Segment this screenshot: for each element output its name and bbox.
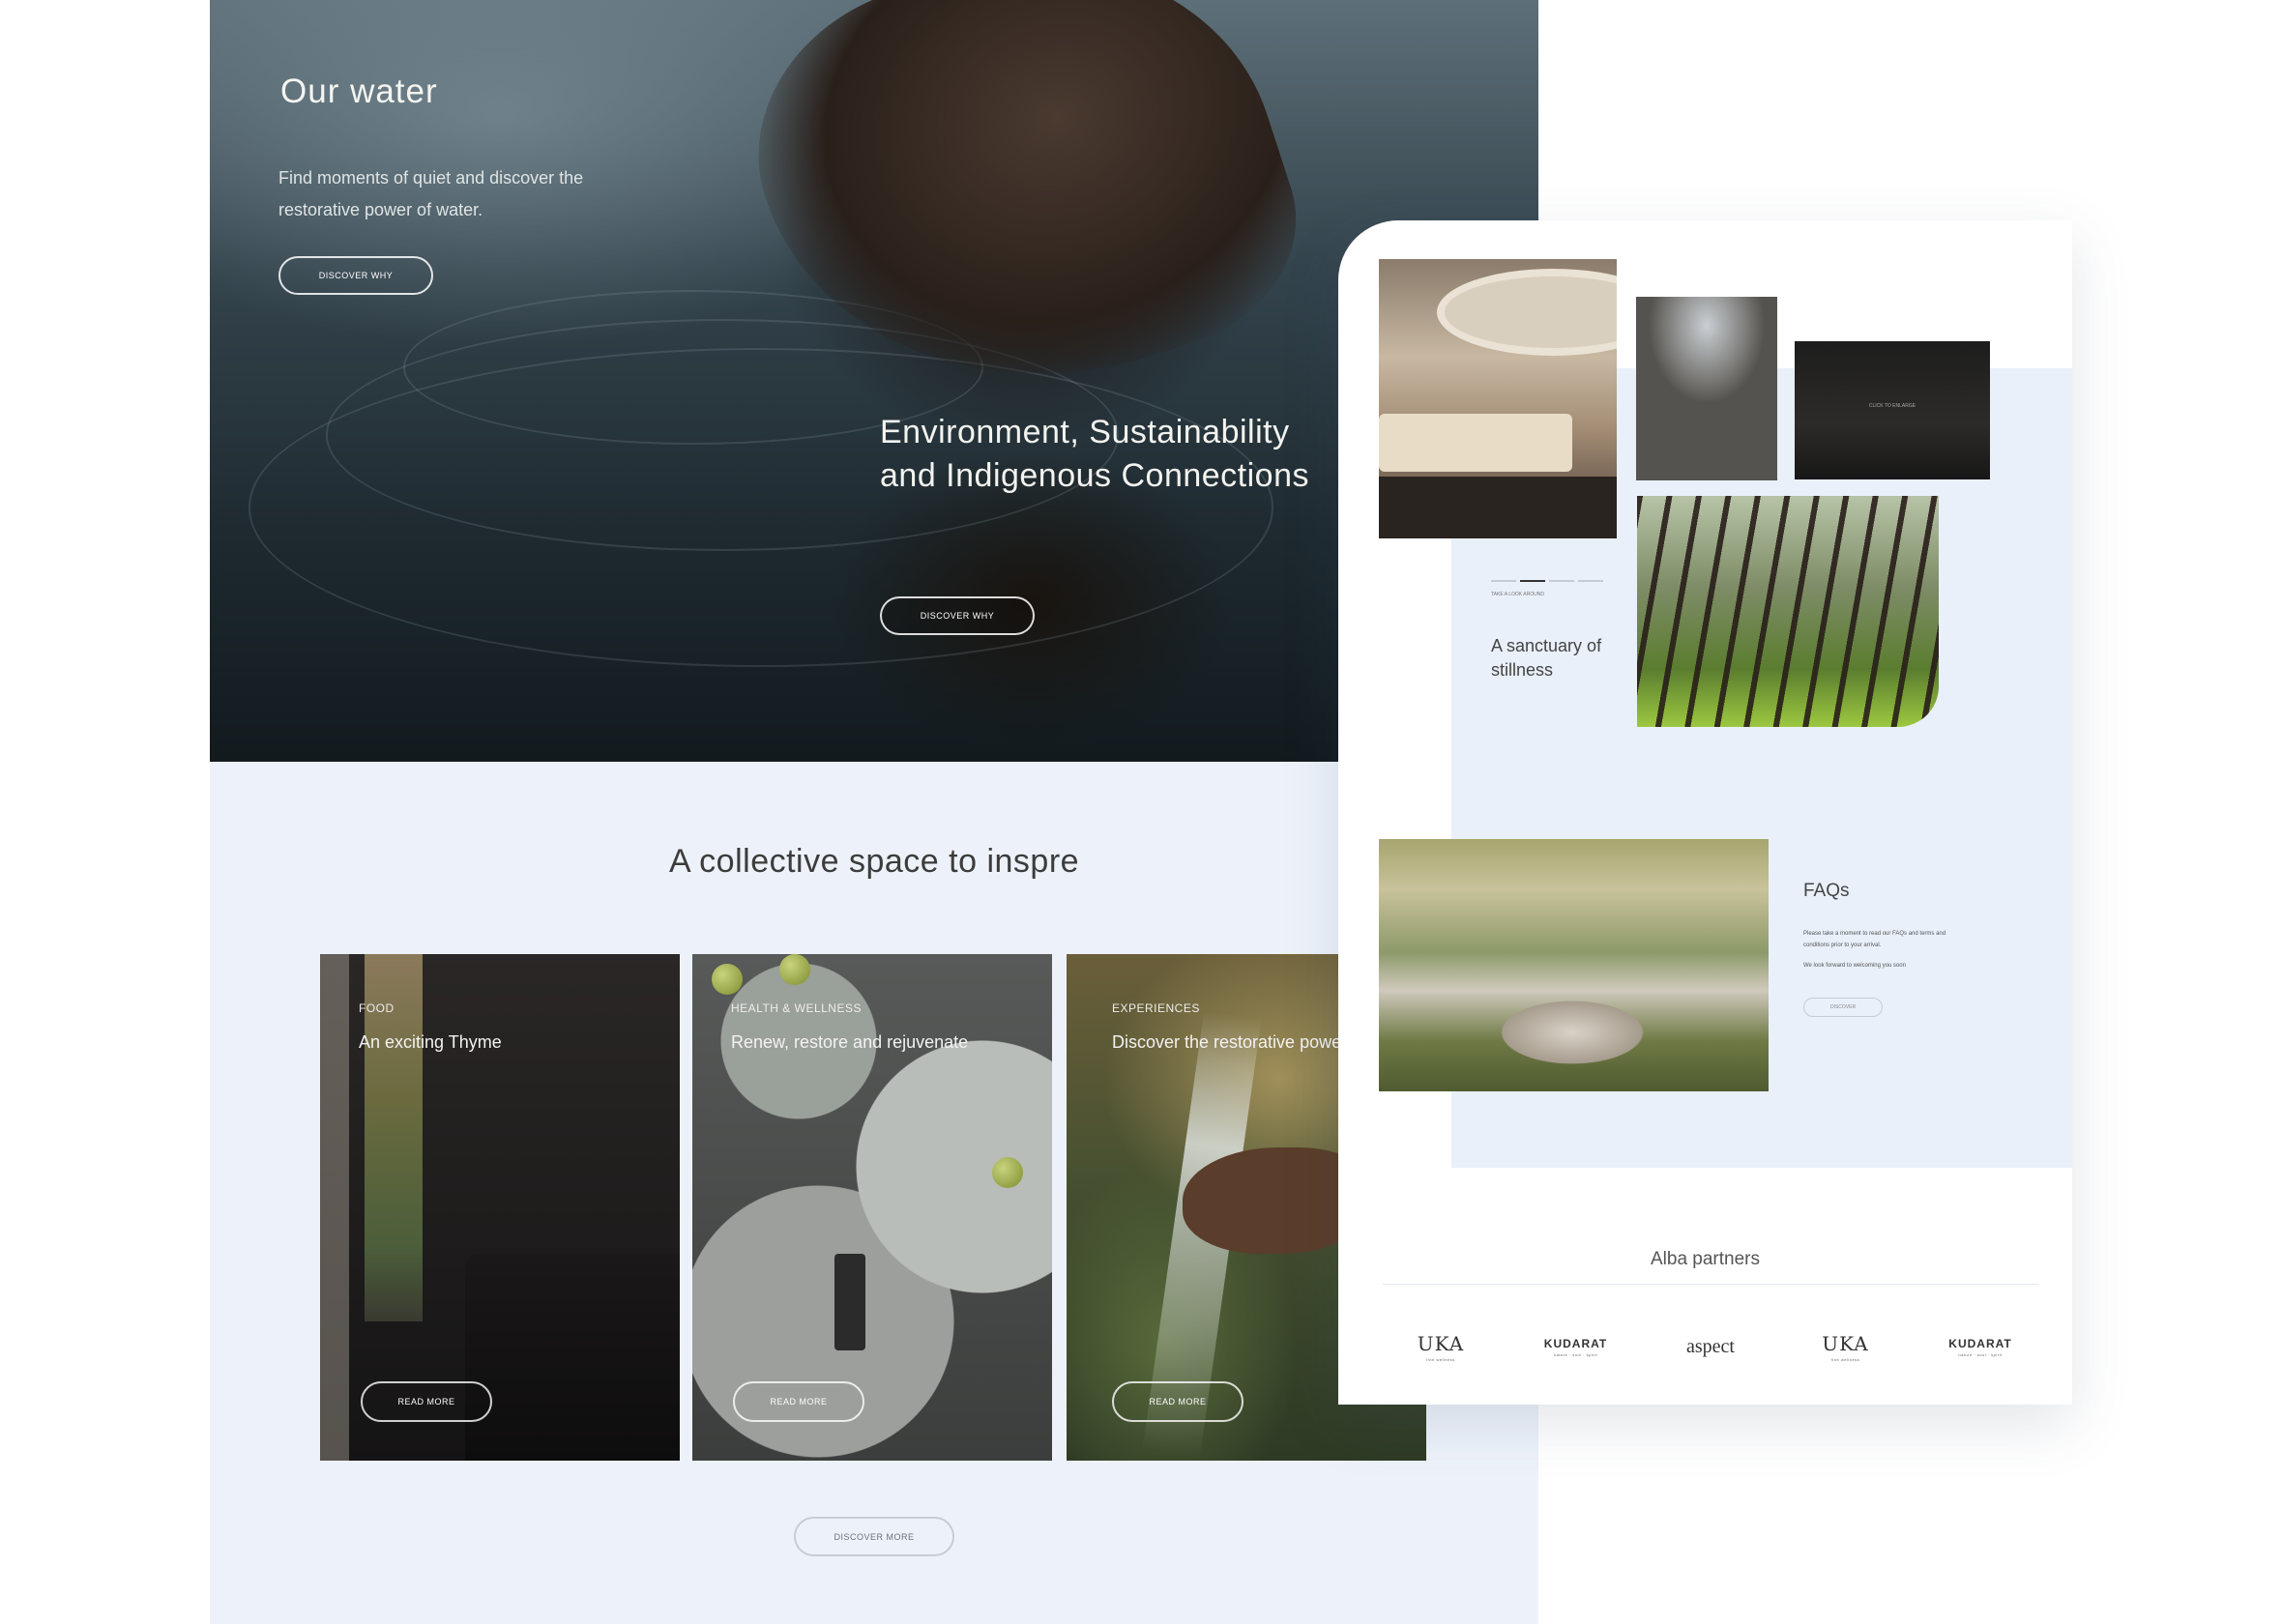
read-more-button[interactable]: READ MORE [1112,1381,1243,1422]
hot-pool-image [1379,839,1769,1091]
ceiling-shape [1437,269,1617,356]
hero-description: Find moments of quiet and discover the r… [278,168,584,219]
forest-image[interactable] [1637,496,1939,727]
kudarat-logo-subtext: nature · soul · spirit [1958,1352,2003,1357]
card-health-wellness[interactable]: HEALTH & WELLNESS Renew, restore and rej… [692,954,1052,1461]
card-headline: An exciting Thyme [359,1032,502,1052]
discover-more-button[interactable]: DISCOVER MORE [794,1517,954,1556]
berry-image [712,964,743,995]
pagination-dash[interactable] [1578,580,1603,582]
gallery-pagination[interactable] [1491,580,1603,582]
card-category: FOOD [359,1001,395,1015]
partners-title: Alba partners [1650,1249,1760,1269]
read-more-button[interactable]: READ MORE [733,1381,864,1422]
hero-subtitle: Environment, Sustainability and Indigeno… [880,414,1309,494]
divider [1383,1284,2038,1285]
water-ripple [249,348,1273,667]
aspect-logo-text: aspect [1686,1336,1735,1357]
uka-logo-text: UKA [1822,1332,1869,1355]
uka-logo-subtext: fine wellness [1426,1357,1455,1362]
read-more-button[interactable]: READ MORE [361,1381,492,1422]
hero-title: Our water [280,72,438,110]
partner-logo-kudarat[interactable]: KUDARAT nature · soul · spirit [1922,1337,2038,1357]
partner-logos: UKA fine wellness KUDARAT nature · soul … [1383,1332,2038,1362]
secondary-page-mockup: CLICK TO ENLARGE TAKE A LOOK AROUND A sa… [1338,220,2072,1405]
treatment-bed-image [465,1254,680,1461]
berry-image [992,1157,1023,1188]
uka-logo-text: UKA [1417,1332,1465,1355]
faqs-welcome-text: We look forward to welcoming you soon [1803,963,1906,969]
pagination-dash[interactable] [1491,580,1516,582]
card-category: HEALTH & WELLNESS [731,1001,862,1015]
card-food[interactable]: FOOD An exciting Thyme READ MORE [320,954,680,1461]
kudarat-logo-subtext: nature · soul · spirit [1553,1352,1598,1357]
partner-logo-uka[interactable]: UKA fine wellness [1383,1332,1499,1362]
berry-image [779,954,810,985]
enlarge-image[interactable]: CLICK TO ENLARGE [1795,341,1990,479]
look-around-label: TAKE A LOOK AROUND [1491,592,1544,597]
partner-logo-uka[interactable]: UKA fine wellness [1788,1332,1904,1362]
faqs-title: FAQs [1803,881,1850,901]
discover-why-button-secondary[interactable]: DISCOVER WHY [880,596,1035,635]
card-headline: Renew, restore and rejuvenate [731,1032,969,1052]
faqs-discover-button[interactable]: DISCOVER [1803,998,1883,1017]
faqs-text: Please take a moment to read our FAQs an… [1803,931,1946,948]
sofa-shape [1379,414,1572,472]
discover-why-button[interactable]: DISCOVER WHY [278,256,433,295]
partner-logo-kudarat[interactable]: KUDARAT nature · soul · spirit [1518,1337,1634,1357]
lounge-image[interactable] [1379,259,1617,538]
pagination-dash[interactable] [1549,580,1574,582]
kudarat-logo-text: KUDARAT [1543,1337,1608,1350]
uka-logo-subtext: fine wellness [1830,1357,1860,1362]
card-category: EXPERIENCES [1112,1001,1200,1015]
sanctuary-heading: A sanctuary of stillness [1491,636,1602,680]
click-to-enlarge-label: CLICK TO ENLARGE [1868,403,1916,409]
partner-logo-aspect[interactable]: aspect [1653,1336,1769,1358]
floor-shape [1379,477,1617,538]
pagination-dash-active[interactable] [1520,580,1545,582]
kudarat-logo-text: KUDARAT [1948,1337,2012,1350]
bottle-image [834,1254,865,1350]
arch-image[interactable] [1636,297,1777,480]
